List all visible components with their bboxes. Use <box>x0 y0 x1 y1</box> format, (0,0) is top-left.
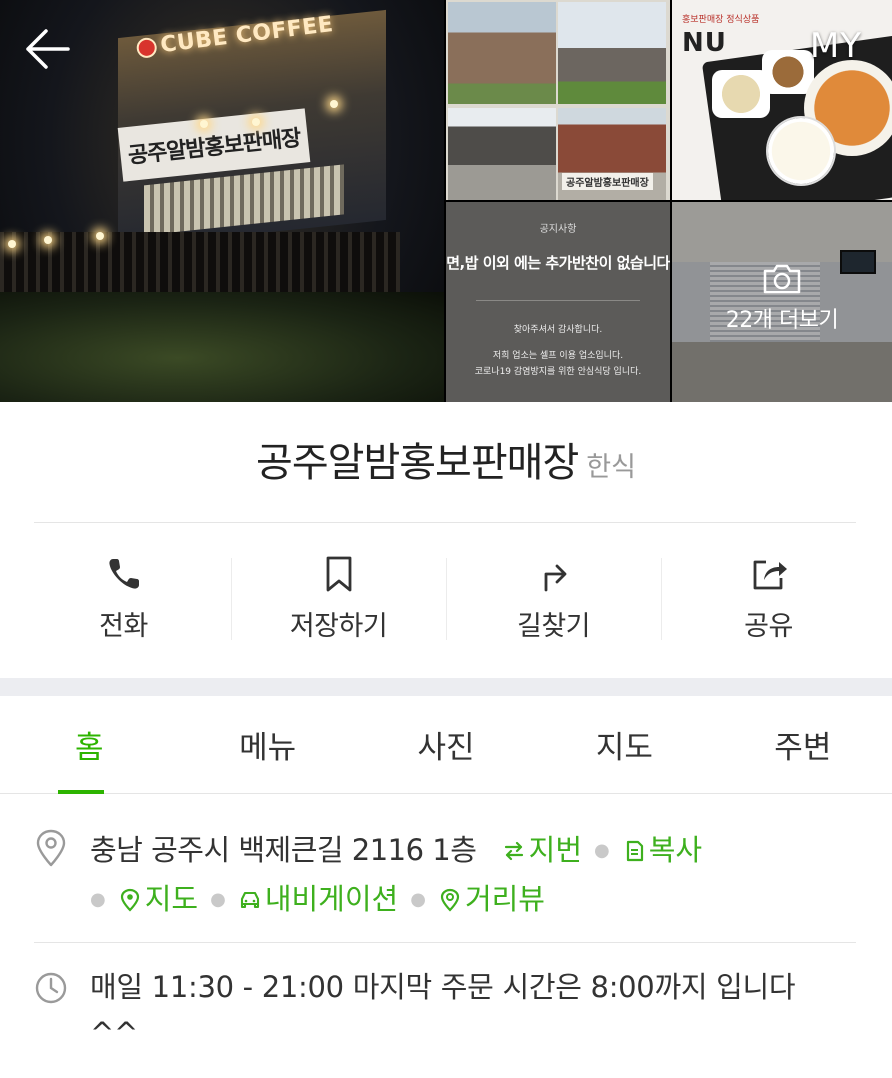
share-icon <box>753 560 787 590</box>
notice-sub-line: 저희 업소는 셀프 이용 업소입니다. <box>492 351 624 361</box>
tab-bar: 홈 메뉴 사진 지도 주변 <box>0 696 892 794</box>
dot-separator: ● <box>90 889 106 910</box>
street-view-label: 거리뷰 <box>464 882 545 916</box>
mini-photo <box>558 2 666 104</box>
swap-arrows-icon <box>504 841 523 861</box>
lot-number-label: 지번 <box>528 833 583 867</box>
light-dot <box>252 118 260 126</box>
car-icon <box>240 891 259 909</box>
section-divider <box>0 678 892 696</box>
side-dish <box>762 50 814 94</box>
map-label: 지도 <box>144 882 199 916</box>
title-divider <box>34 522 856 523</box>
location-pin-icon <box>36 829 66 867</box>
hours-text: 매일 11:30 - 21:00 마지막 주문 시간은 8:00까지 입니다^^ <box>90 970 796 1050</box>
action-label: 전화 <box>99 611 148 642</box>
photo-gallery: CUBE COFFEE 공주알밤홍보판매장 공주알밤홍보판매장 홍보판매장 정식… <box>0 0 892 402</box>
tab-nearby[interactable]: 주변 <box>714 696 892 793</box>
action-label: 공유 <box>744 611 793 642</box>
notice-sub-line: 찾아주셔서 감사합니다. <box>513 325 603 335</box>
tab-menu[interactable]: 메뉴 <box>178 696 356 793</box>
place-category: 한식 <box>586 452 636 483</box>
mini-photo <box>448 108 556 200</box>
share-button[interactable]: 공유 <box>661 540 876 656</box>
copy-icon <box>626 840 643 862</box>
camera-icon <box>763 264 801 294</box>
address-text-block: 충남 공주시 백제큰길 2116 1층 지번 ● 복사 ● 지도 ● 내비게이션 ● 거리뷰 <box>90 826 860 924</box>
place-title: 공주알밤홍보판매장 한식 <box>0 430 892 488</box>
navigation-label: 내비게이션 <box>264 882 399 916</box>
navigation-link[interactable]: 내비게이션 <box>238 882 398 916</box>
thumb-building-grid[interactable]: 공주알밤홍보판매장 <box>446 0 670 200</box>
phone-icon <box>108 559 139 589</box>
tab-map[interactable]: 지도 <box>535 696 713 793</box>
thumb-more-photos[interactable]: 22개 더보기 <box>672 202 892 402</box>
mini-photo <box>448 2 556 104</box>
tab-photos[interactable]: 사진 <box>357 696 535 793</box>
action-label: 저장하기 <box>289 611 388 642</box>
place-name: 공주알밤홍보판매장 <box>256 440 579 486</box>
dot-separator: ● <box>594 840 610 861</box>
light-dot <box>96 232 104 240</box>
more-photos-label: 22개 더보기 <box>725 308 839 333</box>
light-dot <box>44 236 52 244</box>
clock-icon <box>35 972 67 1004</box>
my-button[interactable]: MY <box>810 26 862 66</box>
notice-sub-text: 찾아주셔서 감사합니다. 저희 업소는 셀프 이용 업소입니다. 코로나19 감… <box>446 322 670 380</box>
notice-sub-line: 코로나19 감염방지를 위한 안심식당 입니다. <box>474 367 642 377</box>
arrow-left-icon[interactable] <box>22 26 72 72</box>
copy-label: 복사 <box>648 833 703 867</box>
call-button[interactable]: 전화 <box>16 540 231 656</box>
street-view-link[interactable]: 거리뷰 <box>438 882 545 916</box>
bookmark-icon <box>326 556 351 592</box>
directions-button[interactable]: 길찾기 <box>446 540 661 656</box>
notice-title: 공지사항 <box>539 224 577 235</box>
mini-sign: 공주알밤홍보판매장 <box>562 173 653 190</box>
pin-icon <box>120 888 139 912</box>
notice-divider <box>476 300 640 301</box>
light-dot <box>330 100 338 108</box>
action-label: 길찾기 <box>516 611 591 642</box>
mini-photo: 공주알밤홍보판매장 <box>558 108 666 200</box>
rice-bowl <box>768 118 834 184</box>
grass-area <box>0 292 444 402</box>
light-dot <box>200 120 208 128</box>
info-divider <box>34 942 856 943</box>
map-link[interactable]: 지도 <box>118 882 198 916</box>
notice-main-text: 면,밥 이외 에는 추가반찬이 없습니다 <box>446 254 670 272</box>
menu-card-subtitle: 홍보판매장 정식상품 <box>682 15 760 25</box>
lot-number-link[interactable]: 지번 <box>502 833 582 867</box>
thumb-notice-photo[interactable]: 공지사항 면,밥 이외 에는 추가반찬이 없습니다 찾아주셔서 감사합니다. 저… <box>446 202 670 402</box>
light-dot <box>8 240 16 248</box>
dot-separator: ● <box>410 889 426 910</box>
address-text: 충남 공주시 백제큰길 2116 1층 <box>90 833 477 867</box>
more-photos-button[interactable]: 22개 더보기 <box>672 262 892 334</box>
street-view-icon <box>440 888 460 912</box>
dot-separator: ● <box>210 889 226 910</box>
save-button[interactable]: 저장하기 <box>231 540 446 656</box>
directions-icon <box>544 564 566 592</box>
tab-home[interactable]: 홈 <box>0 696 178 794</box>
menu-card-text: NU <box>682 28 727 58</box>
copy-address-link[interactable]: 복사 <box>622 833 702 867</box>
action-bar: 전화 저장하기 길찾기 공유 <box>16 540 876 656</box>
